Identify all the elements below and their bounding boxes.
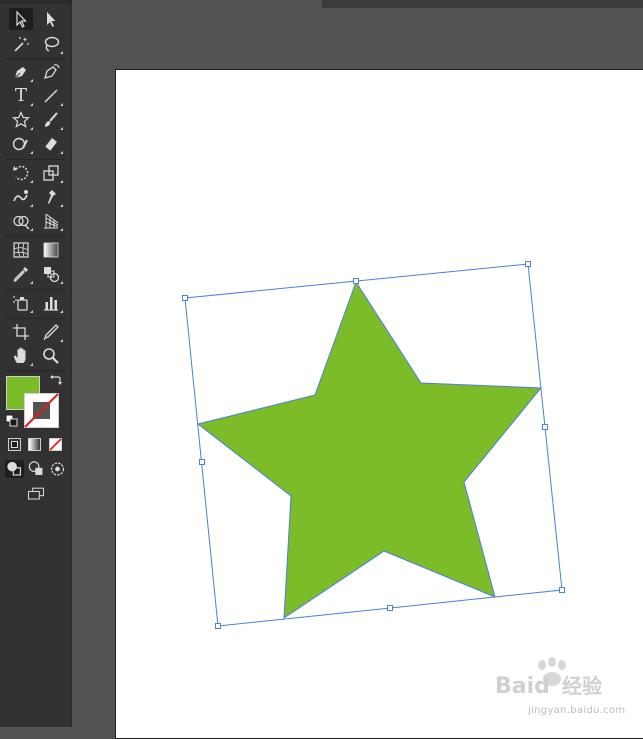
star-shape[interactable] [196, 280, 543, 619]
watermark-logo-text: Baid [495, 674, 550, 699]
resize-handle-bottom-middle[interactable] [387, 605, 393, 611]
resize-handle-top-left[interactable] [182, 295, 188, 301]
resize-handle-bottom-left[interactable] [215, 623, 221, 629]
watermark-domain: jingyan.baidu.com [528, 705, 626, 716]
resize-handle-middle-left[interactable] [199, 459, 205, 465]
watermark-logo-cn: 经验 [562, 674, 602, 698]
resize-handle-top-right[interactable] [525, 261, 531, 267]
canvas-overlay [182, 261, 565, 629]
resize-handle-bottom-right[interactable] [559, 587, 565, 593]
resize-handle-middle-right[interactable] [542, 424, 548, 430]
resize-handle-top-middle[interactable] [353, 278, 359, 284]
